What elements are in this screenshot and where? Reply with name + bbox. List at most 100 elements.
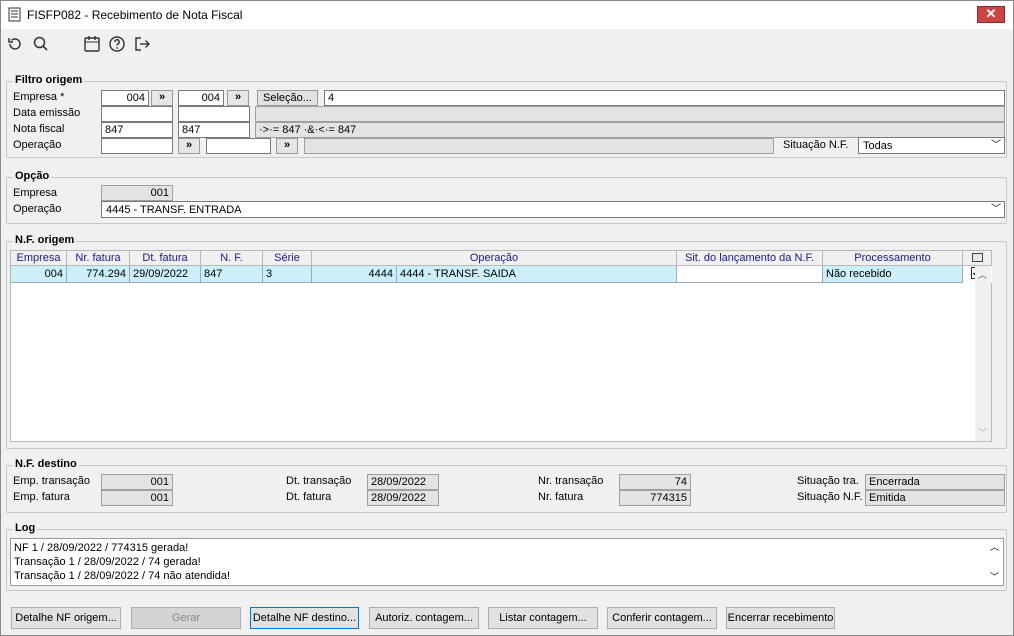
column-header-nr-fatura[interactable]: Nr. fatura [67,251,130,266]
cell-sit-lancamento [677,266,823,283]
nr-fatura-label: Nr. fatura [538,491,584,503]
close-button[interactable]: ✕ [977,6,1005,23]
log-legend: Log [13,522,38,534]
operacao-label: Operação [13,139,62,151]
opcao-empresa-field: 001 [101,185,173,201]
encerrar-recebimento-button[interactable]: Encerrar recebimento [726,607,835,629]
cell-serie: 3 [263,266,312,283]
opcao-operacao-select[interactable]: 4445 - TRANSF. ENTRADA ﹀ [101,201,1005,218]
column-header-select-all[interactable] [963,251,992,266]
column-header-serie[interactable]: Série [263,251,312,266]
refresh-icon[interactable] [6,35,26,55]
search-icon[interactable] [32,35,52,55]
nr-transacao-label: Nr. transação [538,475,604,487]
emp-transacao-field: 001 [101,474,173,490]
opcao-empresa-label: Empresa [13,187,58,199]
cell-operacao-code: 4444 [312,266,397,283]
empresa-from-input[interactable]: 004 [101,90,149,106]
situacao-tra-field: Encerrada [865,474,1005,490]
cell-nf: 847 [201,266,263,283]
exit-icon[interactable] [133,35,153,55]
selecao-value-field[interactable]: 4 [324,90,1005,106]
data-emissao-label: Data emissão [13,107,81,119]
filtro-origem-legend: Filtro origem [13,74,85,86]
operacao-expression [304,138,774,154]
data-emissao-expression [255,106,1005,122]
conferir-contagem-button[interactable]: Conferir contagem... [607,607,717,629]
log-textarea[interactable]: NF 1 / 28/09/2022 / 774315 gerada! Trans… [10,538,1004,586]
toolbar [1,29,1013,63]
situacao-nf-destino-field: Emitida [865,490,1005,506]
dt-transacao-field: 28/09/2022 [367,474,439,490]
chevron-up-icon[interactable]: ︿ [990,540,999,554]
cell-processamento: Não recebido [823,266,963,283]
column-header-operacao[interactable]: Operação [312,251,677,266]
log-scrollbar[interactable]: ︿ ﹀ [987,539,1003,585]
operacao-from-input[interactable] [101,138,173,154]
nf-origem-legend: N.F. origem [13,234,77,246]
column-header-nf[interactable]: N. F. [201,251,263,266]
cell-dt-fatura: 29/09/2022 [130,266,201,283]
opcao-legend: Opção [13,170,52,182]
app-icon [8,7,21,25]
nota-fiscal-from-input[interactable]: 847 [101,122,173,138]
column-header-sit-lancamento[interactable]: Sit. do lançamento da N.F. [677,251,823,266]
chevron-up-icon[interactable]: ︿ [978,268,987,281]
column-header-empresa[interactable]: Empresa [11,251,67,266]
detalhe-nf-origem-button[interactable]: Detalhe NF origem... [11,607,121,629]
nf-destino-legend: N.F. destino [13,458,79,470]
log-line: Transação 1 / 28/09/2022 / 74 gerada! [14,556,201,568]
chevron-down-icon: ﹀ [991,140,1001,151]
empresa-label: Empresa * [13,91,65,103]
log-line: Transação 1 / 28/09/2022 / 74 não atendi… [14,570,231,582]
emp-transacao-label: Emp. transação [13,475,91,487]
nota-fiscal-expression: ·>·= 847 ·&·<·= 847 [255,122,1005,138]
chevron-down-icon[interactable]: ﹀ [978,426,987,439]
nf-origem-table: Empresa Nr. fatura Dt. fatura N. F. Séri… [10,250,992,442]
situacao-tra-label: Situação tra. [797,475,859,487]
chevron-down-icon[interactable]: ﹀ [990,570,999,584]
main-window: FISFP082 - Recebimento de Nota Fiscal ✕ … [0,0,1014,636]
column-header-processamento[interactable]: Processamento [823,251,963,266]
dt-transacao-label: Dt. transação [286,475,352,487]
chevron-down-icon: ﹀ [991,204,1001,215]
empresa-to-input[interactable]: 004 [178,90,224,106]
column-header-dt-fatura[interactable]: Dt. fatura [130,251,201,266]
nota-fiscal-to-input[interactable]: 847 [178,122,250,138]
listar-contagem-button[interactable]: Listar contagem... [488,607,598,629]
dt-fatura-label: Dt. fatura [286,491,332,503]
operacao-to-input[interactable] [206,138,271,154]
situacao-nf-value: Todas [863,140,893,152]
operacao-to-lookup-button[interactable]: » [276,138,298,154]
nr-transacao-field: 74 [619,474,691,490]
gerar-button[interactable]: Gerar [131,607,241,629]
cell-empresa: 004 [11,266,67,283]
table-scrollbar[interactable]: ︿ ﹀ [975,266,991,441]
cell-nr-fatura: 774.294 [67,266,130,283]
selecao-button[interactable]: Seleção... [257,90,318,106]
operacao-from-lookup-button[interactable]: » [178,138,200,154]
opcao-operacao-value: 4445 - TRANSF. ENTRADA [106,204,242,216]
dt-fatura-field: 28/09/2022 [367,490,439,506]
cell-operacao-desc: 4444 - TRANSF. SAIDA [397,266,677,283]
checkbox-icon [971,253,983,262]
autoriz-contagem-button[interactable]: Autoriz. contagem... [369,607,479,629]
detalhe-nf-destino-button[interactable]: Detalhe NF destino... [250,607,359,629]
situacao-nf-label: Situação N.F. [783,139,849,151]
calendar-icon[interactable] [83,35,103,55]
empresa-to-lookup-button[interactable]: » [227,90,249,106]
window-title: FISFP082 - Recebimento de Nota Fiscal [27,8,243,22]
help-icon[interactable] [108,35,128,55]
log-line: NF 1 / 28/09/2022 / 774315 gerada! [14,542,189,554]
data-emissao-from-input[interactable] [101,106,173,122]
nr-fatura-field: 774315 [619,490,691,506]
situacao-nf-destino-label: Situação N.F. [797,491,863,503]
emp-fatura-label: Emp. fatura [13,491,70,503]
data-emissao-to-input[interactable] [178,106,250,122]
opcao-operacao-label: Operação [13,203,62,215]
situacao-nf-select[interactable]: Todas ﹀ [858,137,1005,154]
emp-fatura-field: 001 [101,490,173,506]
nota-fiscal-label: Nota fiscal [13,123,65,135]
empresa-from-lookup-button[interactable]: » [151,90,173,106]
title-bar: FISFP082 - Recebimento de Nota Fiscal ✕ [1,1,1013,29]
